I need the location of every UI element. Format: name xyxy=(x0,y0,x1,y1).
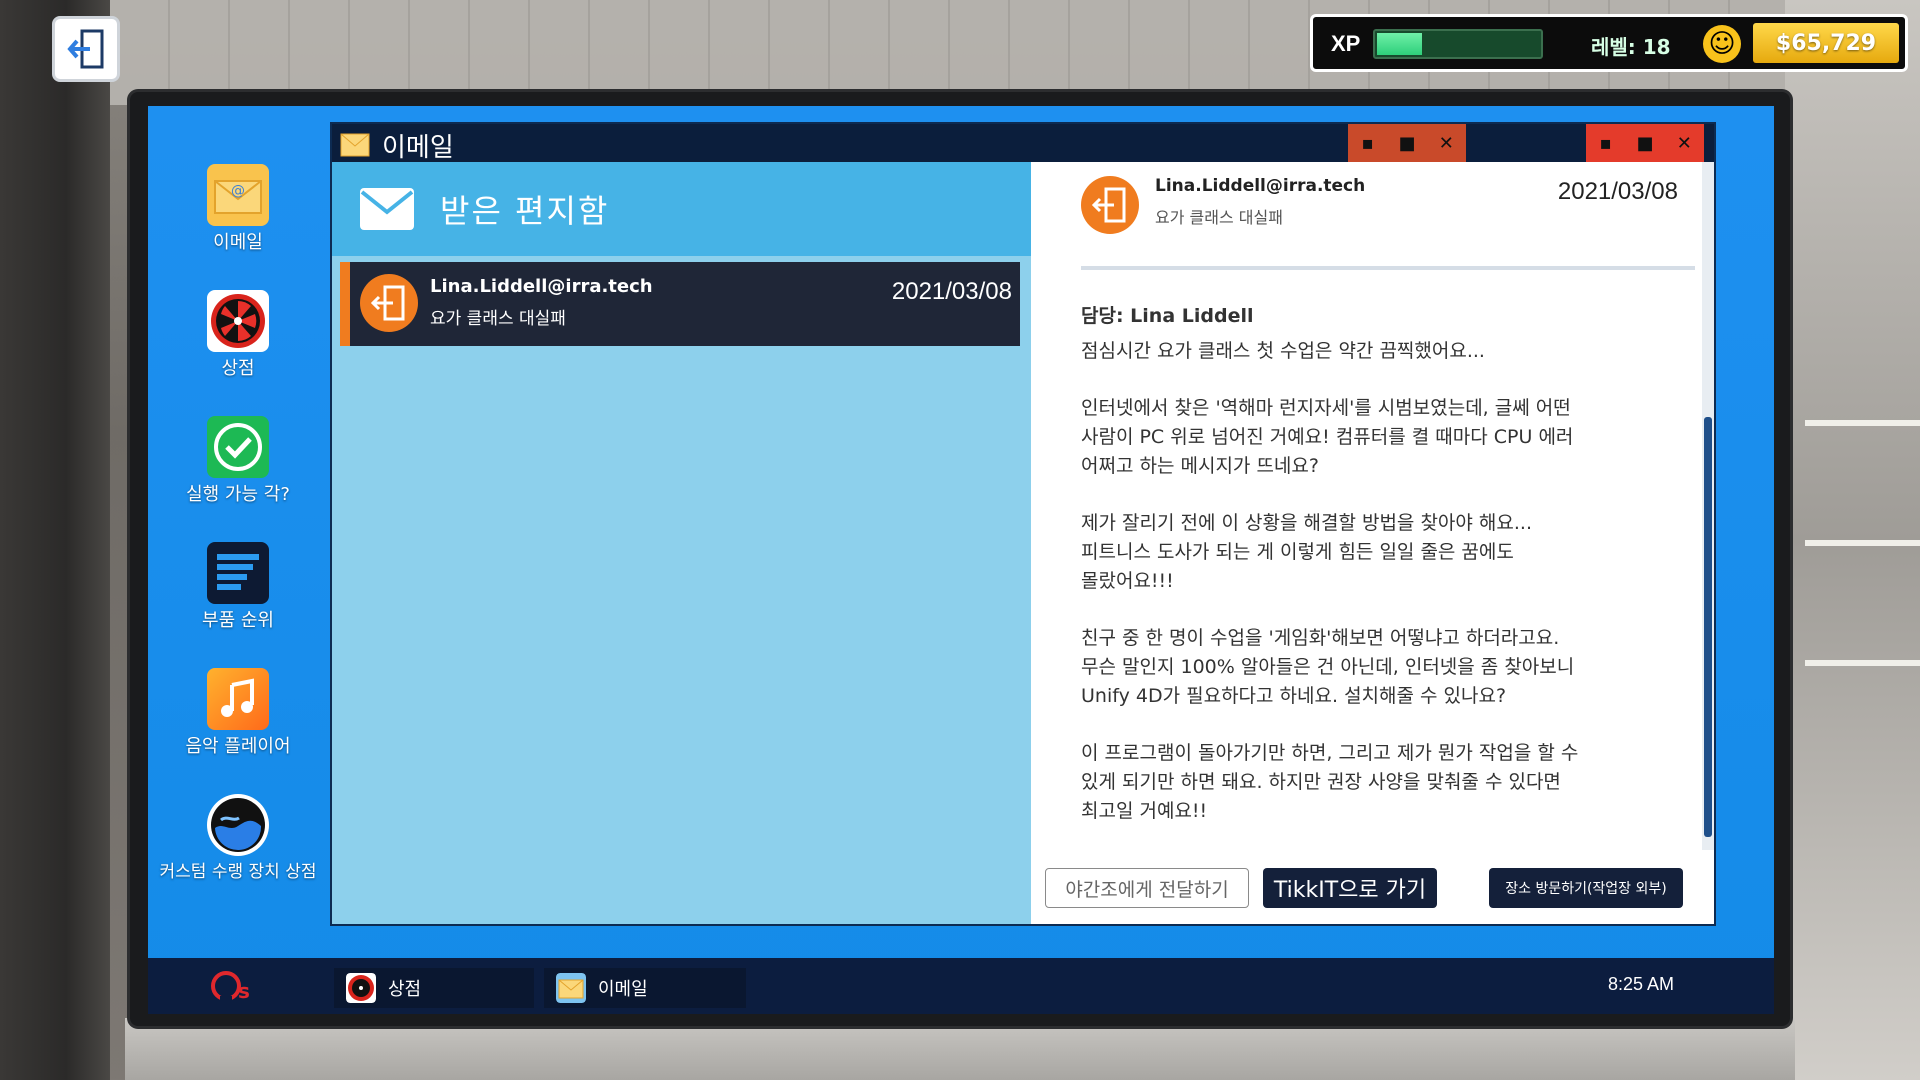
maximize-button[interactable]: ■ xyxy=(1392,133,1422,154)
desktop-icon-can-it-run[interactable]: 실행 가능 각? xyxy=(148,416,328,506)
desktop-icon-music-player[interactable]: 음악 플레이어 xyxy=(148,668,328,758)
visit-location-button[interactable]: 장소 방문하기(작업장 외부) xyxy=(1489,868,1683,908)
email-icon xyxy=(340,133,370,157)
level-text: 레벨: 18 xyxy=(1591,35,1671,59)
shop-icon xyxy=(207,290,269,352)
go-to-tikkit-button[interactable]: TikkIT으로 가기 xyxy=(1263,868,1437,908)
minimize-button[interactable]: ▪ xyxy=(1591,133,1621,154)
desktop-icon-parts-ranking[interactable]: 부품 순위 xyxy=(148,542,328,632)
check-icon xyxy=(207,416,269,478)
exit-button[interactable] xyxy=(52,16,120,82)
desktop-icon-email[interactable]: @ 이메일 xyxy=(148,164,328,254)
sender-avatar-icon xyxy=(1081,176,1139,234)
window-title: 이메일 xyxy=(382,133,454,163)
room-background-left xyxy=(0,0,110,1080)
message-scrollbar[interactable] xyxy=(1702,162,1714,850)
message-subject: 요가 클래스 대실패 xyxy=(430,309,566,329)
shop-icon xyxy=(346,973,376,1003)
taskbar-item-shop[interactable]: 상점 xyxy=(334,968,534,1008)
envelope-icon xyxy=(360,188,414,230)
email-window: 이메일 ▪ ■ ✕ ▪ ■ ✕ 받은 편지함 Lina.Liddell@irra… xyxy=(332,124,1714,924)
minimize-button[interactable]: ▪ xyxy=(1353,133,1383,154)
reading-pane: Lina.Liddell@irra.tech 요가 클래스 대실패 2021/0… xyxy=(1037,162,1714,924)
desktop-screen: @ 이메일 상점 실행 가능 각? 부품 순위 음악 플레이어 커스텀 수랭 장… xyxy=(148,106,1774,1014)
xp-progress-bar xyxy=(1373,29,1543,59)
os-start-icon[interactable]: s xyxy=(208,968,264,1004)
taskbar-item-email[interactable]: 이메일 xyxy=(544,968,746,1008)
forward-to-night-shift-button[interactable]: 야간조에게 전달하기 xyxy=(1045,868,1249,908)
message-from: Lina.Liddell@irra.tech xyxy=(430,276,653,297)
taskbar-item-label: 이메일 xyxy=(598,979,648,1000)
desktop-icon-shop[interactable]: 상점 xyxy=(148,290,328,380)
message-paragraph: 점심시간 요가 클래스 첫 수업은 약간 끔찍했어요... xyxy=(1081,340,1485,362)
exit-door-icon xyxy=(67,29,104,69)
inbox-pane: 받은 편지함 Lina.Liddell@irra.tech 요가 클래스 대실패… xyxy=(332,162,1031,924)
maximize-button[interactable]: ■ xyxy=(1630,133,1660,154)
message-sender-line: 담당: Lina Liddell xyxy=(1081,305,1254,327)
message-paragraph: 인터넷에서 찾은 '역해마 런지자세'를 시범보였는데, 글쎄 어떤 사람이 P… xyxy=(1081,397,1574,477)
money-display: $65,729 xyxy=(1753,23,1899,63)
reading-from: Lina.Liddell@irra.tech xyxy=(1155,176,1366,196)
svg-text:@: @ xyxy=(231,183,245,199)
xp-progress-fill xyxy=(1377,33,1422,55)
message-date: 2021/03/08 xyxy=(891,278,1012,305)
reading-date: 2021/03/08 xyxy=(1557,178,1678,205)
message-paragraph: 제가 잘리기 전에 이 상황을 해결할 방법을 찾아야 해요... 피트니스 도… xyxy=(1081,512,1532,592)
message-body: 담당: Lina Liddell 점심시간 요가 클래스 첫 수업은 약간 끔찍… xyxy=(1081,302,1681,842)
room-background-right xyxy=(1785,0,1920,1080)
sender-avatar-icon xyxy=(360,274,418,332)
email-window-titlebar[interactable]: 이메일 ▪ ■ ✕ ▪ ■ ✕ xyxy=(332,124,1714,163)
email-icon: @ xyxy=(207,164,269,226)
header-divider xyxy=(1081,266,1695,270)
smiley-icon: ☺ xyxy=(1703,25,1741,63)
svg-text:s: s xyxy=(238,979,250,1003)
inbox-title: 받은 편지함 xyxy=(440,192,610,230)
taskbar-clock: 8:25 AM xyxy=(1607,974,1674,994)
water-cooling-icon xyxy=(207,794,269,856)
music-icon xyxy=(207,668,269,730)
inbox-message-row[interactable]: Lina.Liddell@irra.tech 요가 클래스 대실패 2021/0… xyxy=(340,262,1020,346)
close-button[interactable]: ✕ xyxy=(1431,133,1461,154)
close-button[interactable]: ✕ xyxy=(1669,133,1699,154)
scrollbar-thumb[interactable] xyxy=(1704,417,1712,837)
window-controls: ▪ ■ ✕ xyxy=(1586,124,1704,162)
desk xyxy=(125,1018,1795,1080)
xp-label: XP xyxy=(1331,31,1361,56)
email-icon xyxy=(556,973,586,1003)
desktop-icon-custom-cooling-shop[interactable]: 커스텀 수랭 장치 상점 xyxy=(148,794,328,883)
taskbar-item-label: 상점 xyxy=(388,979,422,1000)
hud-bar: XP 레벨: 18 ☺ $65,729 xyxy=(1310,14,1908,72)
ranking-icon xyxy=(207,542,269,604)
reading-subject: 요가 클래스 대실패 xyxy=(1155,208,1283,227)
message-paragraph: 이 프로그램이 돌아가기만 하면, 그리고 제가 뭔가 작업을 할 수 있게 되… xyxy=(1081,742,1579,822)
inbox-header: 받은 편지함 xyxy=(332,162,1031,256)
inner-window-controls: ▪ ■ ✕ xyxy=(1348,124,1466,162)
message-paragraph: 친구 중 한 명이 수업을 '게임화'해보면 어떻냐고 하더라고요. 무슨 말인… xyxy=(1081,627,1575,707)
taskbar: s 상점 이메일 8:25 AM xyxy=(148,958,1774,1014)
